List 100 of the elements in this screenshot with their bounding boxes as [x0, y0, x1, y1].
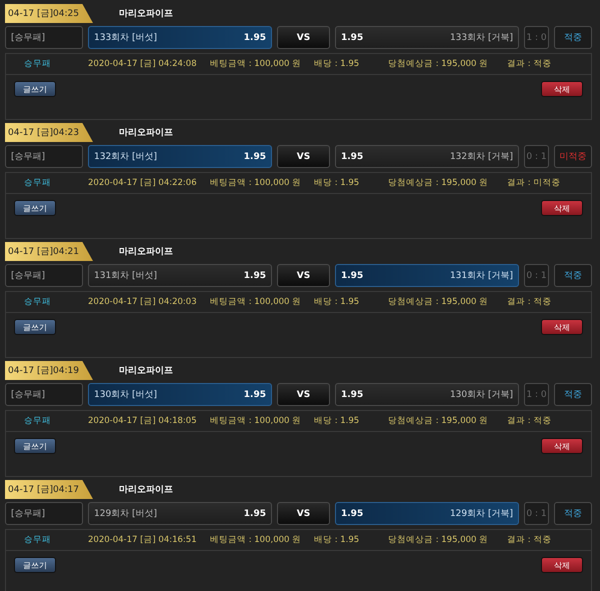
score-label: 1 : 0: [524, 383, 549, 406]
bet-type: 승무패: [23, 58, 52, 70]
game-title: 마리오파이프: [118, 484, 173, 496]
bet-datetime: 2020-04-17 [금] 04:22:06: [88, 177, 198, 189]
bet-type: 승무패: [23, 534, 52, 546]
pick-label: 129회차 [거북]: [450, 508, 513, 520]
delete-button[interactable]: 삭제: [541, 200, 583, 216]
bet-result: 결과 : 적중: [507, 534, 552, 546]
pick-odds: 1.95: [341, 508, 364, 518]
bet-odds: 배당 : 1.95: [314, 415, 360, 427]
result-label: 적중: [554, 264, 592, 287]
away-pick[interactable]: 1.95 132회차 [거북]: [335, 145, 519, 168]
write-button[interactable]: 글쓰기: [14, 200, 56, 216]
write-button[interactable]: 글쓰기: [14, 81, 56, 97]
bet-amount: 베팅금액 : 100,000 원: [210, 58, 302, 70]
bet-type: 승무패: [23, 296, 52, 308]
bet-amount: 베팅금액 : 100,000 원: [210, 415, 302, 427]
time-tag: 04-17 [금]04:23: [5, 123, 93, 142]
pick-label: 130회차 [버섯]: [94, 389, 158, 401]
vs-label: VS: [277, 264, 330, 287]
home-pick[interactable]: 129회차 [버섯] 1.95: [88, 502, 272, 525]
pick-label: 133회차 [버섯]: [94, 32, 158, 44]
pick-odds: 1.95: [244, 32, 266, 42]
game-title: 마리오파이프: [118, 246, 173, 258]
home-pick[interactable]: 131회차 [버섯] 1.95: [88, 264, 272, 287]
score-label: 0 : 1: [524, 145, 549, 168]
write-button[interactable]: 글쓰기: [14, 438, 56, 454]
pick-label: 131회차 [거북]: [450, 270, 513, 282]
bet-amount: 베팅금액 : 100,000 원: [210, 177, 302, 189]
result-label: 미적중: [554, 145, 592, 168]
delete-button[interactable]: 삭제: [541, 557, 583, 573]
delete-button[interactable]: 삭제: [541, 81, 583, 97]
pick-odds: 1.95: [341, 152, 364, 162]
away-pick[interactable]: 1.95 129회차 [거북]: [335, 502, 519, 525]
bet-amount: 베팅금액 : 100,000 원: [210, 296, 302, 308]
time-tag: 04-17 [금]04:21: [5, 242, 93, 261]
bet-odds: 배당 : 1.95: [314, 58, 360, 70]
bet-type-label: [승무패]: [5, 26, 83, 49]
write-button[interactable]: 글쓰기: [14, 319, 56, 335]
pick-label: 131회차 [버섯]: [94, 270, 158, 282]
game-title: 마리오파이프: [118, 127, 173, 139]
bet-type: 승무패: [23, 415, 52, 427]
vs-label: VS: [277, 26, 330, 49]
time-tag: 04-17 [금]04:25: [5, 4, 93, 23]
pick-label: 129회차 [버섯]: [94, 508, 158, 520]
pick-label: 130회차 [거북]: [450, 389, 513, 401]
expected-payout: 당첨예상금 : 195,000 원: [388, 415, 490, 427]
delete-button[interactable]: 삭제: [541, 438, 583, 454]
time-tag: 04-17 [금]04:17: [5, 480, 93, 499]
away-pick[interactable]: 1.95 133회차 [거북]: [335, 26, 519, 49]
pick-odds: 1.95: [341, 32, 364, 42]
pick-odds: 1.95: [341, 390, 364, 400]
expected-payout: 당첨예상금 : 195,000 원: [388, 296, 490, 308]
bet-datetime: 2020-04-17 [금] 04:20:03: [88, 296, 198, 308]
bet-type-label: [승무패]: [5, 264, 83, 287]
score-label: 1 : 0: [524, 26, 549, 49]
game-title: 마리오파이프: [118, 8, 173, 20]
result-label: 적중: [554, 502, 592, 525]
bet-result: 결과 : 적중: [507, 415, 552, 427]
bet-result: 결과 : 미적중: [507, 177, 560, 189]
bet-odds: 배당 : 1.95: [314, 534, 360, 546]
away-pick[interactable]: 1.95 131회차 [거북]: [335, 264, 519, 287]
score-label: 0 : 1: [524, 264, 549, 287]
bet-datetime: 2020-04-17 [금] 04:18:05: [88, 415, 198, 427]
bet-odds: 배당 : 1.95: [314, 296, 360, 308]
game-title: 마리오파이프: [118, 365, 173, 377]
expected-payout: 당첨예상금 : 195,000 원: [388, 534, 490, 546]
expected-payout: 당첨예상금 : 195,000 원: [388, 177, 490, 189]
time-tag: 04-17 [금]04:19: [5, 361, 93, 380]
vs-label: VS: [277, 145, 330, 168]
bet-result: 결과 : 적중: [507, 58, 552, 70]
bet-datetime: 2020-04-17 [금] 04:24:08: [88, 58, 198, 70]
pick-odds: 1.95: [244, 152, 266, 162]
pick-odds: 1.95: [244, 390, 266, 400]
bet-type: 승무패: [23, 177, 52, 189]
vs-label: VS: [277, 383, 330, 406]
score-label: 0 : 1: [524, 502, 549, 525]
pick-odds: 1.95: [341, 270, 364, 280]
bet-amount: 베팅금액 : 100,000 원: [210, 534, 302, 546]
bet-type-label: [승무패]: [5, 502, 83, 525]
write-button[interactable]: 글쓰기: [14, 557, 56, 573]
vs-label: VS: [277, 502, 330, 525]
pick-label: 132회차 [버섯]: [94, 151, 158, 163]
bet-type-label: [승무패]: [5, 383, 83, 406]
bet-type-label: [승무패]: [5, 145, 83, 168]
home-pick[interactable]: 133회차 [버섯] 1.95: [88, 26, 272, 49]
pick-odds: 1.95: [244, 270, 266, 280]
delete-button[interactable]: 삭제: [541, 319, 583, 335]
home-pick[interactable]: 130회차 [버섯] 1.95: [88, 383, 272, 406]
bet-result: 결과 : 적중: [507, 296, 552, 308]
result-label: 적중: [554, 26, 592, 49]
pick-label: 133회차 [거북]: [450, 32, 513, 44]
home-pick[interactable]: 132회차 [버섯] 1.95: [88, 145, 272, 168]
away-pick[interactable]: 1.95 130회차 [거북]: [335, 383, 519, 406]
pick-odds: 1.95: [244, 508, 266, 518]
bet-datetime: 2020-04-17 [금] 04:16:51: [88, 534, 198, 546]
pick-label: 132회차 [거북]: [450, 151, 513, 163]
bet-odds: 배당 : 1.95: [314, 177, 360, 189]
result-label: 적중: [554, 383, 592, 406]
expected-payout: 당첨예상금 : 195,000 원: [388, 58, 490, 70]
